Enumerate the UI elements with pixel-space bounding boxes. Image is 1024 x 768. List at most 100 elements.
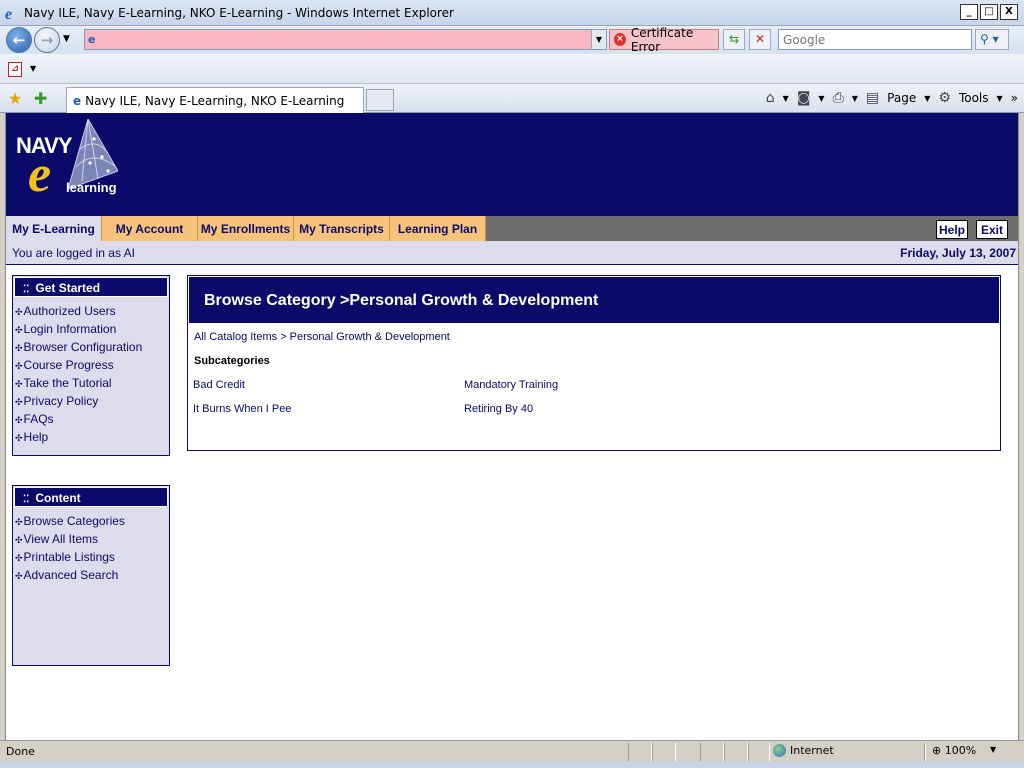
site-menubar: My E-Learning My Account My Enrollments … <box>6 216 1018 241</box>
bullet-icon: ✣ <box>15 433 23 443</box>
zoom-value: 100% <box>944 744 977 757</box>
link-help[interactable]: ✣Help <box>15 428 169 446</box>
minimize-button[interactable]: _ <box>960 4 978 20</box>
maximize-button[interactable]: □ <box>980 4 998 20</box>
link-label: Take the Tutorial <box>23 376 112 390</box>
new-tab-button[interactable] <box>366 89 394 111</box>
link-label: View All Items <box>23 532 99 546</box>
addon-toolbar: ⊿ ▼ <box>0 54 1024 84</box>
breadcrumb[interactable]: All Catalog Items > Personal Growth & De… <box>194 331 450 343</box>
status-cell <box>652 743 676 761</box>
close-button[interactable]: X <box>1000 4 1018 20</box>
logo-e-text: e <box>28 146 52 203</box>
tools-dropdown-icon[interactable]: ▼ <box>997 94 1003 103</box>
window-title: Navy ILE, Navy E-Learning, NKO E-Learnin… <box>24 5 454 20</box>
grip-icon: ⁚⁚ <box>23 284 30 295</box>
page-icon: ▤ <box>865 90 880 106</box>
link-browser-configuration[interactable]: ✣Browser Configuration <box>15 338 169 356</box>
link-label: Browse Categories <box>23 514 125 528</box>
link-label: Browser Configuration <box>23 340 143 354</box>
bullet-icon: ✣ <box>15 397 23 407</box>
grip-icon: ⁚⁚ <box>23 494 30 505</box>
subcategory-link[interactable]: Mandatory Training <box>464 379 558 391</box>
globe-icon <box>773 744 786 757</box>
address-input[interactable]: e ▼ <box>84 29 607 50</box>
link-printable-listings[interactable]: ✣Printable Listings <box>15 548 169 566</box>
logo-learning-text: learning <box>66 180 117 195</box>
menu-learning-plan[interactable]: Learning Plan <box>390 216 486 241</box>
feeds-dropdown-icon[interactable]: ▼ <box>818 94 824 103</box>
get-started-header: ⁚⁚ Get Started <box>14 277 168 297</box>
back-button[interactable]: ← <box>6 27 32 53</box>
zoom-level[interactable]: ⊕ 100% <box>932 744 976 757</box>
window-controls: _ □ X <box>960 4 1018 20</box>
window-bottom-border <box>0 762 1024 768</box>
chevron-more-icon[interactable]: » <box>1011 91 1018 105</box>
menu-my-enrollments[interactable]: My Enrollments <box>198 216 294 241</box>
forward-button[interactable]: → <box>34 27 60 53</box>
search-input[interactable]: Google <box>778 29 972 50</box>
link-label: Login Information <box>23 322 117 336</box>
link-label: Course Progress <box>23 358 114 372</box>
window-titlebar: e Navy ILE, Navy E-Learning, NKO E-Learn… <box>0 0 1024 26</box>
page-title: Browse Category >Personal Growth & Devel… <box>189 277 999 323</box>
link-take-the-tutorial[interactable]: ✣Take the Tutorial <box>15 374 169 392</box>
tools-menu[interactable]: Tools <box>959 91 989 105</box>
pdf-dropdown-icon[interactable]: ▼ <box>30 64 36 73</box>
print-icon[interactable]: ⎙ <box>833 90 844 106</box>
help-button[interactable]: Help <box>936 220 968 239</box>
print-dropdown-icon[interactable]: ▼ <box>852 94 858 103</box>
security-zone[interactable]: Internet <box>773 744 834 757</box>
menu-my-transcripts[interactable]: My Transcripts <box>294 216 390 241</box>
link-authorized-users[interactable]: ✣Authorized Users <box>15 302 169 320</box>
recent-pages-dropdown-icon[interactable]: ▼ <box>63 34 70 44</box>
favorites-star-icon[interactable]: ★ <box>8 89 22 108</box>
get-started-list: ✣Authorized Users ✣Login Information ✣Br… <box>13 298 169 446</box>
bullet-icon: ✣ <box>15 325 23 335</box>
page-menu[interactable]: Page <box>887 91 916 105</box>
page-viewport: NAVY e learning My E-Learning My Account… <box>5 113 1019 740</box>
link-label: Help <box>23 430 49 444</box>
certificate-error-button[interactable]: × Certificate Error <box>609 26 719 54</box>
home-icon[interactable]: ⌂ <box>766 90 775 106</box>
search-button[interactable]: ⚲ ▾ <box>975 29 1009 50</box>
stop-icon[interactable]: ✕ <box>749 29 771 50</box>
zoom-icon: ⊕ <box>932 744 945 757</box>
subcategory-link[interactable]: Bad Credit <box>193 379 245 391</box>
shield-error-icon: × <box>614 33 626 46</box>
link-browse-categories[interactable]: ✣Browse Categories <box>15 512 169 530</box>
zoom-dropdown-icon[interactable]: ▼ <box>990 745 996 754</box>
page-dropdown-icon[interactable]: ▼ <box>924 94 930 103</box>
bullet-icon: ✣ <box>15 517 23 527</box>
get-started-title: Get Started <box>35 281 101 295</box>
status-cell <box>700 743 724 761</box>
bullet-icon: ✣ <box>15 535 23 545</box>
address-dropdown-icon[interactable]: ▼ <box>591 30 606 49</box>
link-advanced-search[interactable]: ✣Advanced Search <box>15 566 169 584</box>
subcategories-heading: Subcategories <box>194 355 270 367</box>
link-label: Advanced Search <box>23 568 119 582</box>
home-dropdown-icon[interactable]: ▼ <box>783 94 789 103</box>
feeds-icon[interactable]: ◙ <box>797 90 811 106</box>
link-course-progress[interactable]: ✣Course Progress <box>15 356 169 374</box>
menu-my-account[interactable]: My Account <box>102 216 198 241</box>
get-started-panel: ⁚⁚ Get Started ✣Authorized Users ✣Login I… <box>12 275 170 456</box>
link-login-information[interactable]: ✣Login Information <box>15 320 169 338</box>
browser-tab-active[interactable]: e Navy ILE, Navy E-Learning, NKO E-Learn… <box>66 87 364 113</box>
link-view-all-items[interactable]: ✣View All Items <box>15 530 169 548</box>
add-favorite-icon[interactable]: ✚ <box>34 89 47 108</box>
site-header: NAVY e learning <box>6 113 1018 216</box>
link-faqs[interactable]: ✣FAQs <box>15 410 169 428</box>
bullet-icon: ✣ <box>15 553 23 563</box>
menu-my-elearning[interactable]: My E-Learning <box>6 216 102 241</box>
subcategory-link[interactable]: Retiring By 40 <box>464 403 533 415</box>
subcategory-link[interactable]: It Burns When I Pee <box>193 403 291 415</box>
refresh-icon[interactable]: ⇆ <box>723 29 745 50</box>
logged-in-text: You are logged in as AI <box>12 246 135 260</box>
gear-icon: ⚙ <box>938 90 951 106</box>
protected-mode-icon[interactable] <box>748 743 770 761</box>
pdf-icon[interactable]: ⊿ <box>8 62 22 77</box>
link-privacy-policy[interactable]: ✣Privacy Policy <box>15 392 169 410</box>
exit-button[interactable]: Exit <box>976 220 1008 239</box>
status-bar: Done Internet ⊕ 100% ▼ <box>0 740 1024 762</box>
